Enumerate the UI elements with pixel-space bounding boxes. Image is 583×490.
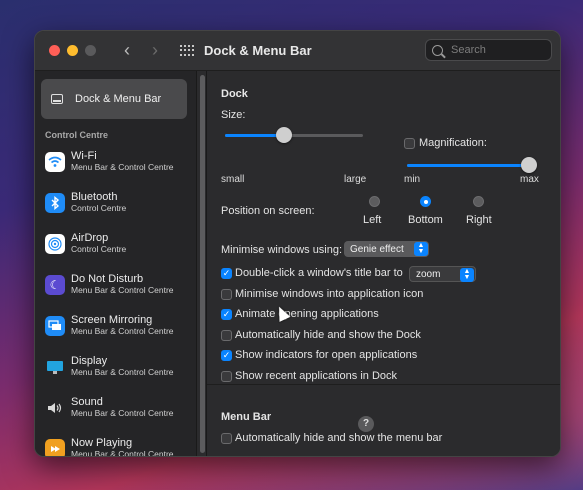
sidebar-item-subtitle: Menu Bar & Control Centre: [71, 449, 174, 457]
sidebar-item-subtitle: Menu Bar & Control Centre: [71, 367, 174, 377]
search-input[interactable]: [451, 44, 546, 56]
minimise-effect-popup[interactable]: Genie effect ▲ ▼: [344, 241, 429, 257]
double-click-action-popup[interactable]: zoom ▲ ▼: [409, 266, 476, 282]
sidebar-item-title: Bluetooth: [71, 191, 118, 203]
sidebar-item-title: Do Not Disturb: [71, 273, 144, 285]
sidebar-item-subtitle: Menu Bar & Control Centre: [71, 326, 174, 336]
sidebar-scrollbar[interactable]: [197, 71, 207, 456]
size-max-label: large: [344, 174, 367, 185]
sidebar-item-dock-menu-bar[interactable]: Dock & Menu Bar: [41, 79, 187, 119]
window-title: Dock & Menu Bar: [204, 43, 312, 58]
search-icon: [432, 44, 443, 56]
position-left-label: Left: [363, 214, 382, 226]
forward-icon[interactable]: ›: [148, 40, 162, 61]
sidebar-item-subtitle: Control Centre: [71, 244, 127, 254]
auto-hide-menubar-label: Automatically hide and show the menu bar: [235, 432, 443, 444]
sidebar-item-subtitle: Menu Bar & Control Centre: [71, 285, 174, 295]
animate-opening-checkbox[interactable]: ✓: [221, 309, 232, 320]
airdrop-icon: [45, 234, 65, 254]
position-right-radio[interactable]: [473, 196, 484, 207]
menubar-section-heading: Menu Bar: [221, 411, 272, 423]
show-indicators-label: Show indicators for open applications: [235, 349, 418, 361]
zoom-button[interactable]: [85, 45, 96, 56]
settings-pane: Dock Size: small large Magnification: mi…: [207, 71, 560, 456]
magnification-slider[interactable]: [407, 157, 537, 173]
window-controls: [49, 45, 96, 56]
sidebar-item-display[interactable]: Display Menu Bar & Control Centre: [45, 349, 195, 385]
chevron-updown-icon: ▲ ▼: [460, 268, 474, 282]
sidebar-item-title: AirDrop: [71, 232, 109, 244]
sidebar: Dock & Menu Bar Control Centre Wi-Fi Men…: [35, 71, 197, 457]
bluetooth-icon: [45, 193, 65, 213]
sidebar-item-bluetooth[interactable]: Bluetooth Control Centre: [45, 185, 195, 221]
double-click-action-value: zoom: [416, 268, 441, 280]
position-bottom-label: Bottom: [408, 214, 443, 226]
mag-max-label: max: [520, 174, 539, 185]
now-playing-icon: [45, 439, 65, 456]
auto-hide-menubar-checkbox[interactable]: [221, 433, 232, 444]
close-button[interactable]: [49, 45, 60, 56]
sidebar-item-label: Dock & Menu Bar: [75, 93, 162, 105]
display-icon: [45, 357, 65, 377]
sidebar-item-title: Sound: [71, 396, 103, 408]
title-bar: ‹ › Dock & Menu Bar: [35, 31, 560, 71]
sidebar-section-label: Control Centre: [45, 130, 108, 140]
size-min-label: small: [221, 174, 245, 185]
sidebar-item-subtitle: Control Centre: [71, 203, 127, 213]
show-indicators-checkbox[interactable]: ✓: [221, 350, 232, 361]
show-recent-checkbox[interactable]: [221, 371, 232, 382]
preferences-window: ‹ › Dock & Menu Bar Dock & Menu Bar Cont…: [34, 30, 561, 457]
position-right-label: Right: [466, 214, 492, 226]
sidebar-item-subtitle: Menu Bar & Control Centre: [71, 408, 174, 418]
sidebar-item-title: Display: [71, 355, 108, 367]
magnification-slider-knob[interactable]: [521, 157, 537, 173]
minimise-label: Minimise windows using:: [221, 244, 343, 256]
magnification-label: Magnification:: [419, 137, 487, 149]
chevron-updown-icon: ▲ ▼: [414, 242, 428, 256]
minimise-into-icon-label: Minimise windows into application icon: [235, 288, 424, 300]
position-bottom-radio[interactable]: [420, 196, 431, 207]
sidebar-item-screen-mirroring[interactable]: Screen Mirroring Menu Bar & Control Cent…: [45, 308, 195, 344]
animate-opening-label: Animate opening applications: [235, 308, 379, 320]
position-left-radio[interactable]: [369, 196, 380, 207]
minimise-effect-value: Genie effect: [350, 243, 404, 255]
wifi-icon: [45, 152, 65, 172]
sidebar-item-title: Wi-Fi: [71, 150, 97, 162]
minimise-into-icon-checkbox[interactable]: [221, 289, 232, 300]
dock-section-heading: Dock: [221, 88, 248, 100]
sidebar-item-subtitle: Menu Bar & Control Centre: [71, 162, 174, 172]
minimize-button[interactable]: [67, 45, 78, 56]
sidebar-scrollbar-thumb[interactable]: [200, 75, 205, 453]
sidebar-item-airdrop[interactable]: AirDrop Control Centre: [45, 226, 195, 262]
sidebar-item-title: Screen Mirroring: [71, 314, 153, 326]
auto-hide-dock-label: Automatically hide and show the Dock: [235, 329, 421, 341]
size-slider[interactable]: [225, 127, 363, 143]
sidebar-item-title: Now Playing: [71, 437, 133, 449]
position-label: Position on screen:: [221, 205, 315, 217]
search-field[interactable]: [425, 39, 552, 61]
show-all-grid-icon[interactable]: [180, 44, 194, 57]
double-click-checkbox[interactable]: ✓: [221, 268, 232, 279]
sidebar-item-sound[interactable]: Sound Menu Bar & Control Centre: [45, 390, 195, 426]
sidebar-item-wifi[interactable]: Wi-Fi Menu Bar & Control Centre: [45, 144, 195, 180]
mag-min-label: min: [404, 174, 421, 185]
sidebar-item-now-playing[interactable]: Now Playing Menu Bar & Control Centre: [45, 431, 195, 457]
speaker-icon: [45, 398, 65, 418]
back-icon[interactable]: ‹: [120, 40, 134, 61]
magnification-slider-fill: [407, 164, 529, 167]
menubar-section: Menu Bar Automatically hide and show the…: [207, 385, 560, 456]
dock-icon: [51, 94, 63, 104]
size-slider-knob[interactable]: [276, 127, 292, 143]
auto-hide-dock-checkbox[interactable]: [221, 330, 232, 341]
show-recent-label: Show recent applications in Dock: [235, 370, 398, 382]
screen-mirroring-icon: [45, 316, 65, 336]
double-click-label: Double-click a window's title bar to: [235, 267, 403, 279]
sidebar-item-do-not-disturb[interactable]: ☾ Do Not Disturb Menu Bar & Control Cent…: [45, 267, 195, 303]
magnification-checkbox[interactable]: [404, 138, 415, 149]
help-button[interactable]: ?: [358, 416, 374, 432]
moon-icon: ☾: [45, 275, 65, 295]
size-label: Size:: [221, 109, 246, 121]
